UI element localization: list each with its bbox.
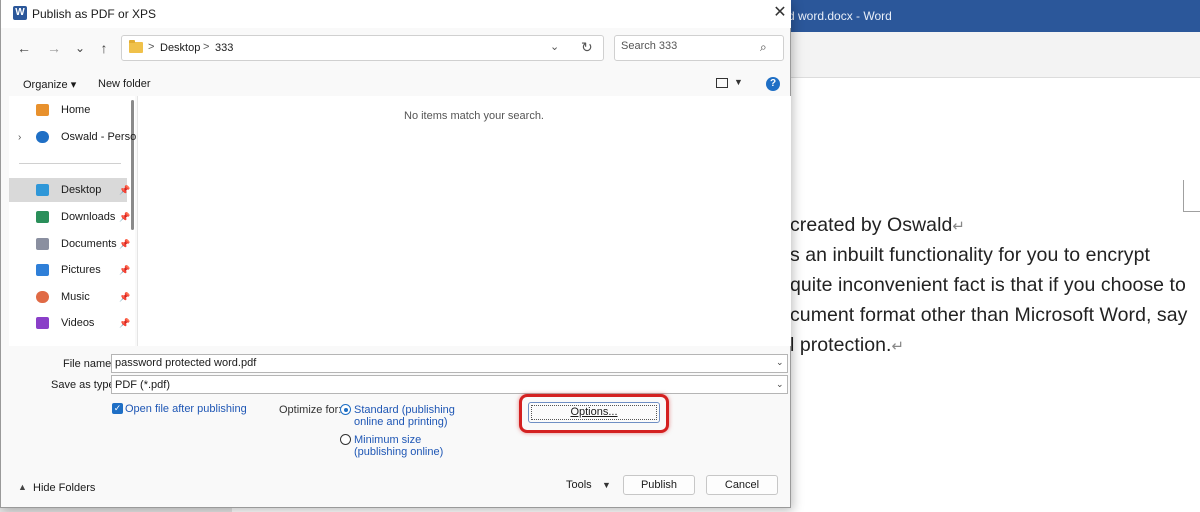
tools-menu-button[interactable]: Tools: [566, 479, 592, 491]
cancel-button[interactable]: Cancel: [706, 475, 778, 495]
chevron-up-icon[interactable]: ▲: [18, 482, 27, 492]
file-name-input[interactable]: [115, 357, 765, 369]
optimize-for-label: Optimize for:: [279, 404, 342, 416]
pin-icon: 📌: [119, 265, 131, 275]
close-icon[interactable]: ✕: [769, 3, 791, 23]
file-name-label: File name:: [63, 358, 115, 370]
pin-icon: 📌: [119, 318, 131, 328]
standard-radio[interactable]: [340, 404, 351, 415]
breadcrumb-333[interactable]: 333: [215, 42, 233, 54]
up-arrow-icon[interactable]: ↑: [95, 39, 113, 57]
breadcrumb-desktop[interactable]: Desktop: [160, 42, 200, 54]
open-after-publishing-label[interactable]: Open file after publishing: [125, 403, 247, 415]
standard-radio-label[interactable]: Standard (publishing online and printing…: [354, 404, 455, 428]
pin-icon: 📌: [119, 185, 131, 195]
desktop-icon: [36, 184, 49, 196]
search-icon[interactable]: ⌕: [760, 40, 767, 55]
view-options-icon[interactable]: [716, 78, 728, 88]
save-as-type-label: Save as type:: [51, 379, 118, 391]
doc-line-1: created by Oswald↵: [790, 214, 965, 236]
downloads-icon: [36, 211, 49, 223]
options-button[interactable]: Options...: [528, 402, 660, 423]
dialog-title: Publish as PDF or XPS: [32, 7, 157, 21]
sidebar-item-downloads[interactable]: Downloads 📌: [9, 205, 131, 229]
sidebar-scrollbar[interactable]: [131, 100, 134, 230]
publish-button[interactable]: Publish: [623, 475, 695, 495]
publish-dialog: W Publish as PDF or XPS ✕ ← → ⌄ ↑ > Desk…: [0, 0, 791, 508]
back-arrow-icon[interactable]: ←: [15, 39, 33, 57]
standard-label-line1: Standard (publishing: [354, 404, 455, 416]
save-as-type-value[interactable]: PDF (*.pdf): [115, 379, 170, 391]
documents-icon: [36, 238, 49, 250]
pictures-icon: [36, 264, 49, 276]
chevron-down-icon[interactable]: ⌄: [550, 40, 559, 53]
page-corner-marker: [1183, 180, 1200, 212]
doc-line-3: quite inconvenient fact is that if you c…: [790, 274, 1186, 296]
word-window-title: d word.docx - Word: [788, 9, 892, 23]
organize-menu-button[interactable]: Organize ▾: [23, 78, 76, 91]
save-as-type-select[interactable]: [111, 375, 788, 394]
hide-folders-button[interactable]: Hide Folders: [33, 482, 95, 494]
folder-icon: [129, 40, 143, 53]
music-icon: [36, 291, 49, 303]
empty-results-message: No items match your search.: [404, 110, 544, 122]
help-icon[interactable]: ?: [766, 77, 780, 91]
sidebar-item-home[interactable]: Home: [9, 98, 127, 122]
chevron-down-icon[interactable]: ⌄: [776, 357, 784, 368]
onedrive-icon: [36, 131, 49, 143]
sidebar-divider: [19, 163, 121, 164]
chevron-down-icon[interactable]: ⌄: [776, 379, 784, 390]
sidebar-item-documents[interactable]: Documents 📌: [9, 232, 131, 256]
minimum-label-line1: Minimum size: [354, 434, 422, 446]
recent-locations-chevron-icon[interactable]: ⌄: [71, 39, 89, 57]
breadcrumb-separator: >: [148, 41, 155, 53]
doc-line-2: s an inbuilt functionality for you to en…: [790, 244, 1150, 266]
sidebar-item-label: Desktop: [61, 184, 102, 196]
videos-icon: [36, 317, 49, 329]
open-after-publishing-checkbox[interactable]: ✓: [112, 403, 123, 414]
forward-arrow-icon[interactable]: →: [45, 39, 63, 57]
sidebar-item-label: Home: [61, 104, 91, 116]
word-app-icon: W: [13, 6, 27, 20]
sidebar-item-pictures[interactable]: Pictures 📌: [9, 258, 131, 282]
chevron-down-icon[interactable]: ▼: [602, 480, 611, 490]
file-list-pane[interactable]: [137, 96, 791, 346]
sidebar-item-desktop[interactable]: Desktop 📌: [9, 178, 131, 202]
refresh-icon[interactable]: ↻: [581, 39, 593, 56]
doc-line-5: l protection.↵: [790, 334, 905, 356]
pin-icon: 📌: [119, 239, 131, 249]
sidebar-item-label: Downloads: [61, 211, 116, 223]
minimum-size-radio-label[interactable]: Minimum size (publishing online): [354, 434, 443, 458]
doc-line-4: cument format other than Microsoft Word,…: [790, 304, 1188, 326]
minimum-size-radio[interactable]: [340, 434, 351, 445]
pin-icon: 📌: [119, 292, 131, 302]
pin-icon: 📌: [119, 212, 131, 222]
sidebar-item-label: Oswald - Persor: [61, 131, 140, 143]
sidebar-item-label: Pictures: [61, 264, 101, 276]
standard-label-line2: online and printing): [354, 416, 448, 428]
sidebar-item-label: Documents: [61, 238, 117, 250]
sidebar-item-videos[interactable]: Videos 📌: [9, 311, 131, 335]
minimum-label-line2: (publishing online): [354, 446, 444, 458]
sidebar-item-label: Videos: [61, 317, 95, 329]
chevron-down-icon[interactable]: ▼: [734, 77, 743, 87]
breadcrumb-separator: >: [203, 41, 210, 53]
home-icon: [36, 104, 49, 116]
new-folder-button[interactable]: New folder: [98, 78, 151, 90]
sidebar-item-label: Music: [61, 291, 90, 303]
sidebar-item-music[interactable]: Music 📌: [9, 285, 131, 309]
search-input[interactable]: [621, 40, 751, 52]
sidebar-item-onedrive[interactable]: Oswald - Persor: [9, 125, 140, 149]
